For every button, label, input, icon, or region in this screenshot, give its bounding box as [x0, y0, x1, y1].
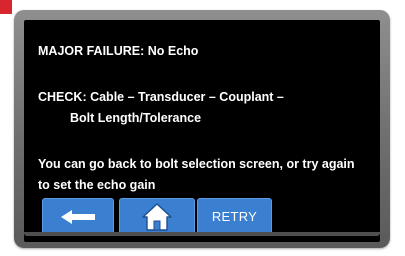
bezel-bottom: [24, 232, 380, 236]
home-button[interactable]: [119, 198, 195, 235]
note-line-2: to set the echo gain: [38, 178, 156, 192]
check-line-2: Bolt Length/Tolerance: [70, 111, 202, 125]
home-icon: [142, 202, 172, 231]
retry-button-label: RETRY: [211, 209, 258, 224]
device-screen: MAJOR FAILURE: No Echo CHECK: Cable – Tr…: [24, 20, 380, 242]
left-arrow-icon: [61, 209, 95, 224]
note-line-1: You can go back to bolt selection screen…: [38, 157, 355, 171]
retry-button[interactable]: RETRY: [197, 198, 272, 235]
back-button[interactable]: [42, 198, 114, 235]
device-frame: MAJOR FAILURE: No Echo CHECK: Cable – Tr…: [14, 10, 390, 248]
check-line-1: CHECK: Cable – Transducer – Couplant –: [38, 90, 284, 104]
accent-mark: [0, 0, 12, 14]
failure-title: MAJOR FAILURE: No Echo: [38, 44, 199, 58]
